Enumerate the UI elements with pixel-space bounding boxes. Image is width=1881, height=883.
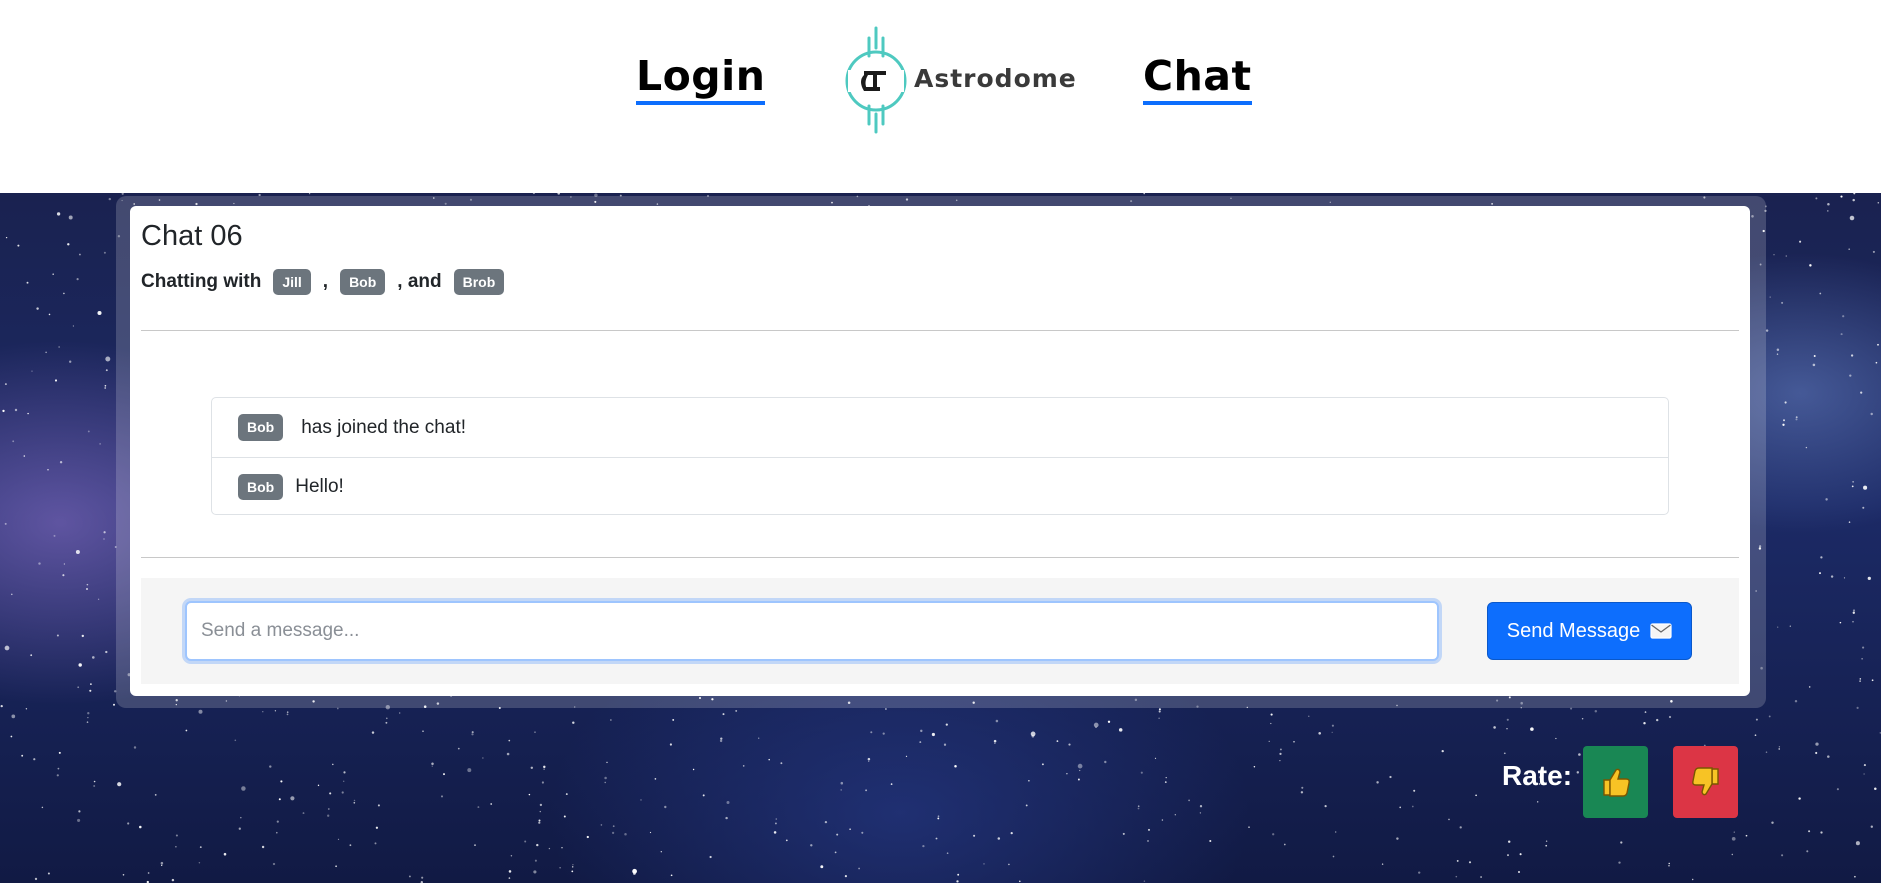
nav-login-link[interactable]: Login (636, 52, 766, 106)
message-item: Bob Hello! (212, 457, 1668, 516)
thumbs-up-icon (1602, 768, 1630, 797)
logo-wordmark: Astrodome (914, 64, 1077, 93)
participant-badge: Jill (273, 268, 311, 296)
participants-row: Chatting with Jill , Bob , and Brob (141, 268, 505, 296)
composer: Send Message (141, 578, 1739, 684)
thumbs-down-button[interactable] (1673, 746, 1738, 818)
thumbs-down-icon (1691, 767, 1719, 796)
top-navbar: Login Astrodome Chat (0, 0, 1881, 193)
thumbs-up-button[interactable] (1583, 746, 1648, 818)
nav-chat-link[interactable]: Chat (1143, 52, 1252, 106)
chat-title: Chat 06 (141, 220, 243, 252)
message-text: Hello! (295, 476, 344, 497)
composer-divider (141, 557, 1739, 558)
participant-badge: Bob (340, 268, 386, 296)
chatting-with-label: Chatting with (141, 271, 262, 292)
message-list: Bob has joined the chat! Bob Hello! (211, 397, 1669, 515)
message-input[interactable] (185, 601, 1439, 661)
header-divider (141, 330, 1739, 331)
separator-comma: , (322, 271, 329, 292)
message-author-badge: Bob (238, 414, 284, 441)
rate-label: Rate: (1502, 760, 1573, 791)
participant-badge: Brob (453, 268, 505, 296)
message-text: has joined the chat! (301, 416, 467, 438)
message-author-badge: Bob (238, 473, 284, 501)
separator-and: , and (397, 271, 442, 292)
message-item: Bob has joined the chat! (212, 398, 1668, 457)
envelope-icon (1650, 623, 1672, 639)
send-message-button[interactable]: Send Message (1487, 602, 1692, 660)
chat-card: Chat 06 Chatting with Jill , Bob , and B… (130, 206, 1750, 696)
send-button-label: Send Message (1506, 619, 1641, 642)
